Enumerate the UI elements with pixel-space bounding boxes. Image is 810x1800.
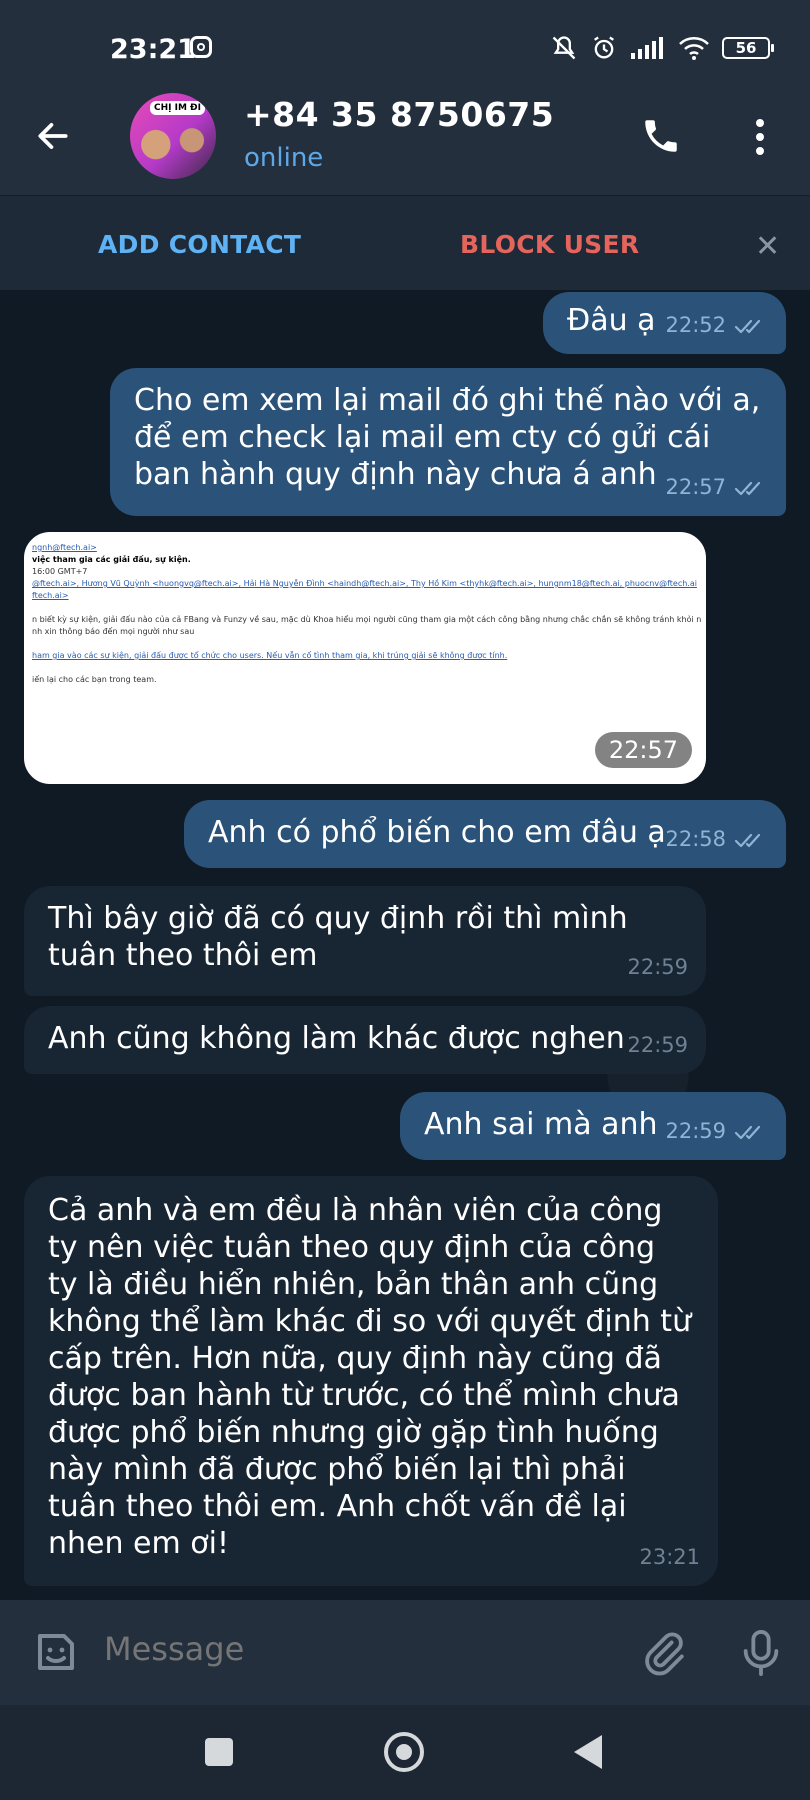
close-icon[interactable]: ✕ xyxy=(755,229,780,264)
message-text: Đâu ạ xyxy=(567,303,656,338)
message-input[interactable] xyxy=(104,1630,524,1668)
message-time: 22:52 xyxy=(665,313,726,337)
photo-text-line: 16:00 GMT+7 xyxy=(32,567,88,576)
photo-text-line: việc tham gia các giải đấu, sự kiện. xyxy=(32,555,191,564)
message-text: Anh sai mà anh xyxy=(424,1107,658,1142)
photo-text-line: nh xin thông báo đến mọi người như sau xyxy=(32,627,195,636)
message-meta: 22:59 xyxy=(627,949,688,986)
double-check-icon xyxy=(734,481,761,495)
photo-time: 22:57 xyxy=(594,732,692,768)
nav-back-button[interactable] xyxy=(574,1735,602,1769)
message-outgoing[interactable]: Đâu ạ 22:52 xyxy=(543,292,786,354)
message-incoming[interactable]: Thì bây giờ đã có quy định rồi thì mình … xyxy=(24,886,706,996)
message-meta: 22:59 xyxy=(665,1113,768,1150)
message-time: 22:58 xyxy=(665,827,726,851)
avatar-tag: CHỊ IM ĐI xyxy=(150,101,205,115)
chat-header: CHỊ IM ĐI +84 35 8750675 online xyxy=(0,85,810,195)
status-time: 23:21 xyxy=(110,34,196,65)
message-incoming[interactable]: Cả anh và em đều là nhân viên của công t… xyxy=(24,1176,718,1586)
message-text: Anh cũng không làm khác được nghen xyxy=(48,1021,625,1056)
message-input-bar xyxy=(0,1600,810,1705)
message-meta: 22:58 xyxy=(665,821,768,858)
more-options-icon[interactable] xyxy=(750,115,770,165)
message-meta: 22:52 xyxy=(665,307,768,344)
photo-text-line xyxy=(32,602,702,614)
message-time: 22:59 xyxy=(665,1119,726,1143)
block-user-button[interactable]: BLOCK USER xyxy=(460,230,639,259)
message-time: 22:57 xyxy=(665,475,726,499)
message-outgoing[interactable]: Anh sai mà anh 22:59 xyxy=(400,1092,786,1160)
message-meta: 22:59 xyxy=(627,1027,688,1064)
photo-text-line: ngnh@ftech.ai> xyxy=(32,543,97,552)
double-check-icon xyxy=(734,1125,761,1139)
battery-indicator: 56 xyxy=(722,37,774,59)
message-outgoing[interactable]: Cho em xem lại mail đó ghi thế nào với a… xyxy=(110,368,786,516)
back-arrow-icon[interactable] xyxy=(34,117,72,155)
message-photo[interactable]: ngnh@ftech.ai> việc tham gia các giải đấu… xyxy=(24,532,706,784)
mute-icon xyxy=(552,36,576,60)
wifi-icon xyxy=(679,37,709,60)
message-time: 23:21 xyxy=(639,1545,700,1569)
double-check-icon xyxy=(734,319,761,333)
avatar[interactable]: CHỊ IM ĐI xyxy=(130,93,216,179)
contact-status: online xyxy=(244,143,324,173)
message-time: 22:59 xyxy=(627,1033,688,1057)
photo-text-line xyxy=(32,662,702,674)
alarm-icon xyxy=(594,36,614,59)
microphone-icon[interactable] xyxy=(738,1628,784,1678)
unknown-contact-bar: ADD CONTACT BLOCK USER ✕ xyxy=(0,195,810,291)
message-text: Cả anh và em đều là nhân viên của công t… xyxy=(48,1193,692,1561)
photo-text-line: n biết kỳ sự kiện, giải đấu nào của cả F… xyxy=(32,615,706,624)
photo-text-line: ftech.ai> xyxy=(32,591,69,600)
photo-text-line: @ftech.ai>, Hương Vũ Quỳnh <huongvq@ftec… xyxy=(32,579,697,588)
message-meta: 22:57 xyxy=(665,469,768,506)
instagram-icon xyxy=(190,36,212,58)
photo-text-line xyxy=(32,638,702,650)
message-text: Thì bây giờ đã có quy định rồi thì mình … xyxy=(48,901,628,973)
home-button[interactable] xyxy=(384,1732,424,1772)
system-icons: 56 xyxy=(550,34,774,62)
photo-text-line: ham gia vào các sự kiện, giải đấu được t… xyxy=(32,651,508,660)
recent-apps-button[interactable] xyxy=(205,1738,233,1766)
double-check-icon xyxy=(734,833,761,847)
sticker-emoji-icon[interactable] xyxy=(32,1628,80,1676)
system-nav-bar xyxy=(0,1705,810,1800)
message-outgoing[interactable]: Anh có phổ biến cho em đâu ạ 22:58 xyxy=(184,800,786,868)
add-contact-button[interactable]: ADD CONTACT xyxy=(98,230,301,259)
message-text: Anh có phổ biến cho em đâu ạ xyxy=(208,815,666,850)
message-meta: 23:21 xyxy=(639,1539,700,1576)
photo-text-line: iến lại cho các bạn trong team. xyxy=(32,675,157,684)
phone-icon[interactable] xyxy=(640,115,682,157)
signal-icon xyxy=(631,37,663,59)
message-time: 22:59 xyxy=(627,955,688,979)
contact-name[interactable]: +84 35 8750675 xyxy=(244,95,554,134)
attach-icon[interactable] xyxy=(640,1630,686,1676)
message-incoming[interactable]: Anh cũng không làm khác được nghen 22:59 xyxy=(24,1006,706,1074)
